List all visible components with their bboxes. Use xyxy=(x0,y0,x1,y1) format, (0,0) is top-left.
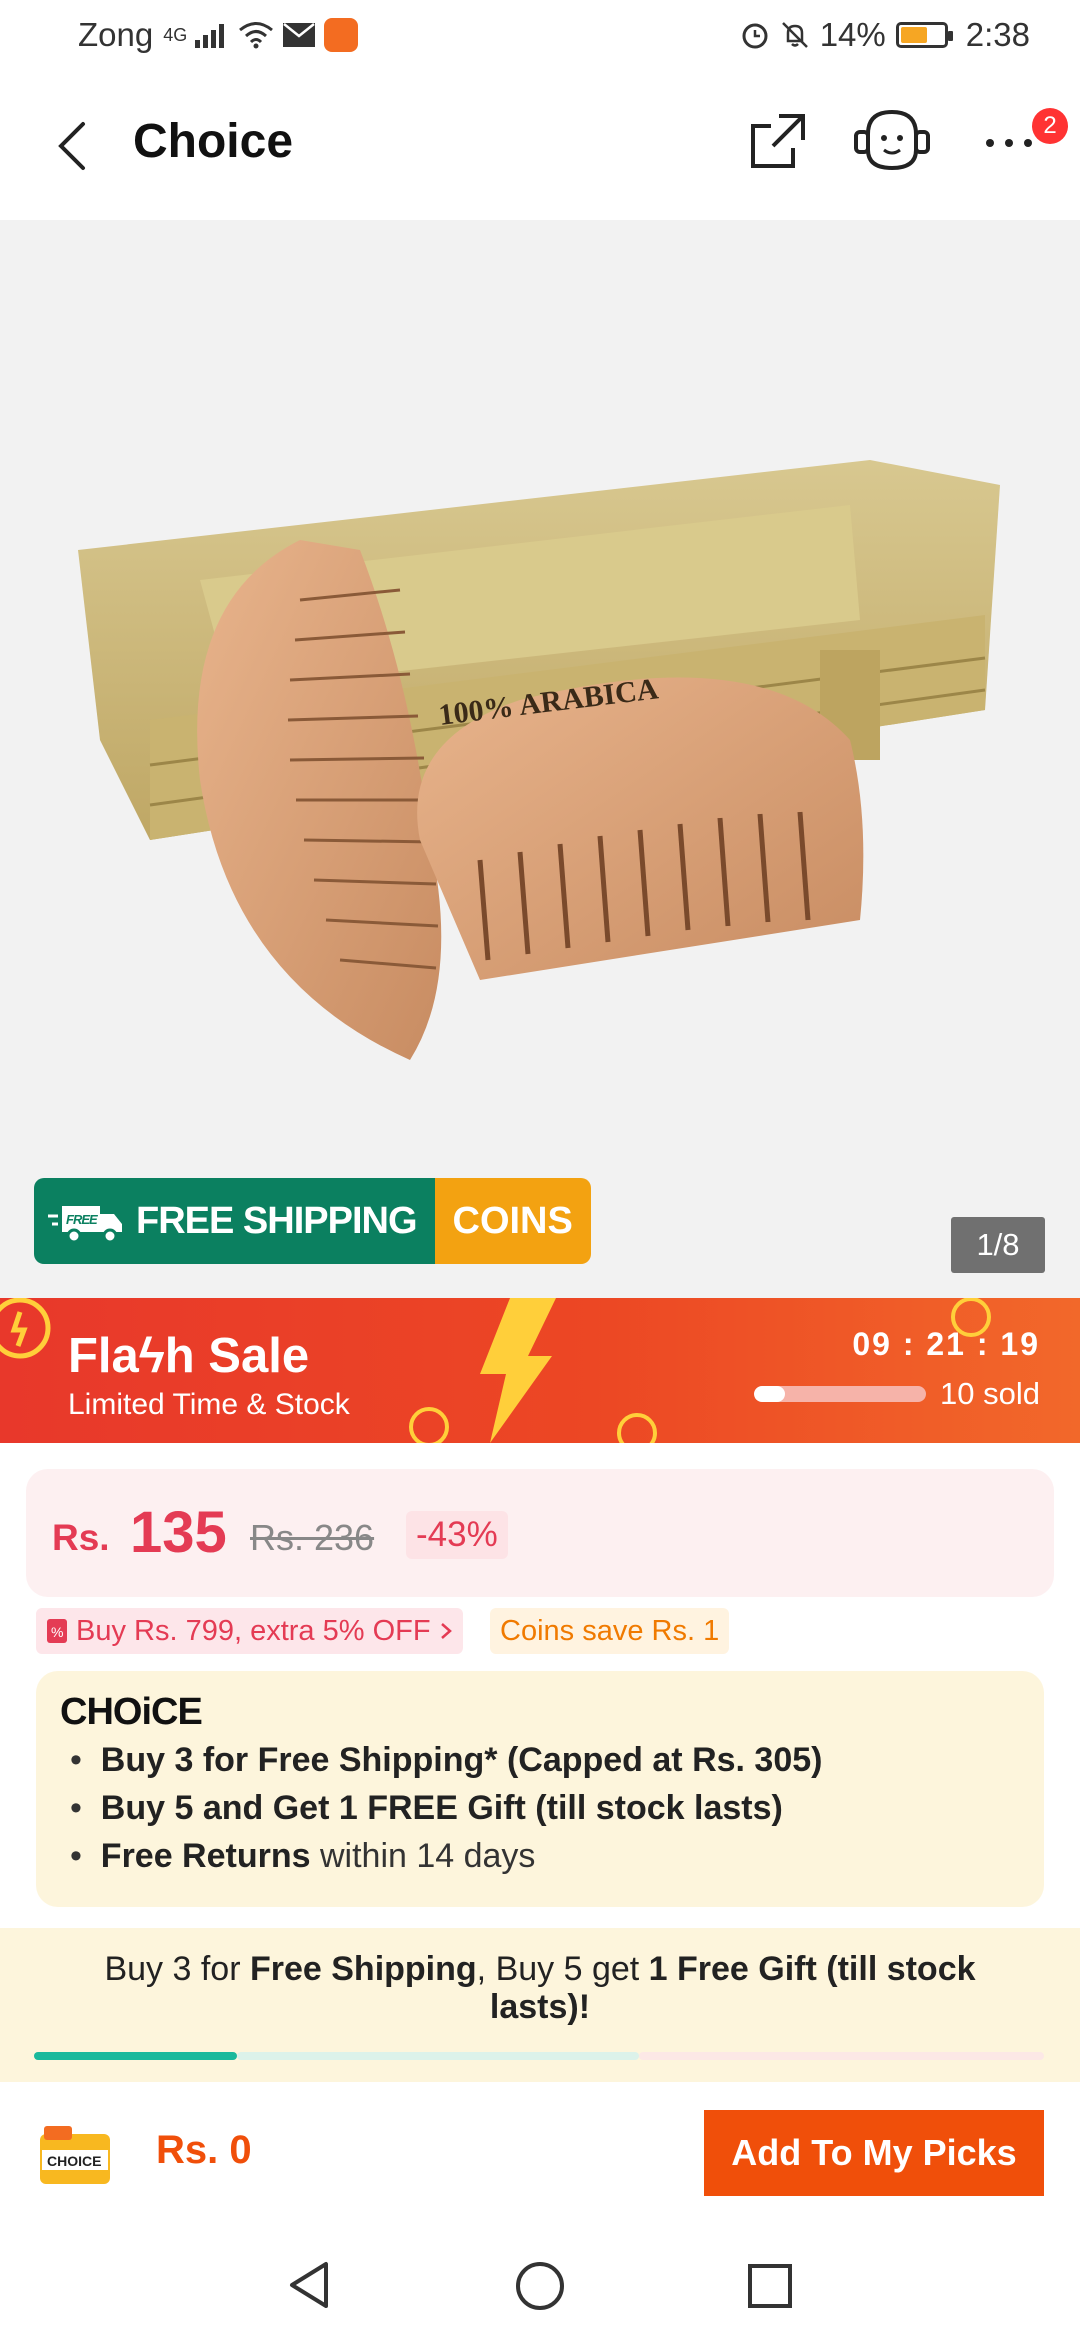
nav-home-icon[interactable] xyxy=(514,2260,566,2312)
signal-icon xyxy=(195,22,225,48)
store-offer-text: Buy Rs. 799, extra 5% OFF xyxy=(76,1614,431,1647)
flash-sale-title: Flaϟh Sale xyxy=(68,1329,310,1383)
bundle-progress-track xyxy=(639,2052,1044,2060)
product-image[interactable]: 100% ARABICA xyxy=(0,220,1080,1298)
price-currency: Rs. xyxy=(52,1517,110,1558)
notification-badge: 2 xyxy=(1032,108,1068,144)
product-gallery[interactable]: 100% ARABICA xyxy=(0,220,1080,1298)
bottom-action-bar: CHOICE Rs. 0 Add To My Picks xyxy=(0,2082,1080,2224)
mail-icon xyxy=(283,23,316,47)
free-shipping-label: FREE FREE SHIPPING xyxy=(34,1178,435,1264)
original-price: Rs. 236 xyxy=(250,1517,375,1558)
app-notification-icon xyxy=(324,18,359,52)
alarm-clock-icon xyxy=(409,1407,449,1443)
image-counter: 1/8 xyxy=(951,1217,1045,1273)
choice-benefits[interactable]: CHOiCE • Buy 3 for Free Shipping* (Cappe… xyxy=(36,1671,1044,1907)
svg-text:FREE: FREE xyxy=(66,1212,98,1227)
benefit-item: • Buy 5 and Get 1 FREE Gift (till stock … xyxy=(70,1789,783,1827)
discount-badge: -43% xyxy=(406,1511,508,1559)
share-icon[interactable] xyxy=(749,112,807,170)
choice-logo: CHOiCE xyxy=(60,1691,203,1733)
alarm-clock-icon xyxy=(617,1413,657,1443)
status-bar: Zong 4G 14% 2:38 xyxy=(0,0,1080,72)
nav-back-icon[interactable] xyxy=(286,2260,332,2310)
system-nav-bar xyxy=(0,2224,1080,2340)
countdown-timer: 09 : 21 : 19 xyxy=(852,1326,1040,1362)
battery-percent: 14% xyxy=(819,16,886,53)
delivery-truck-icon: FREE xyxy=(48,1206,122,1244)
nav-recents-icon[interactable] xyxy=(746,2262,794,2310)
bundle-progress-track xyxy=(237,2052,639,2060)
price-amount: 135 xyxy=(130,1500,227,1565)
customer-service-icon[interactable] xyxy=(852,108,932,176)
benefit-item: • Buy 3 for Free Shipping* (Capped at Rs… xyxy=(70,1741,823,1779)
benefit-item: • Free Returns within 14 days xyxy=(70,1837,536,1875)
battery-icon xyxy=(895,22,953,48)
coins-label: COINS xyxy=(434,1178,591,1264)
sold-progress-bar xyxy=(754,1386,926,1402)
store-coupon-tag[interactable]: % Buy Rs. 799, extra 5% OFF xyxy=(36,1608,463,1654)
alarm-icon xyxy=(742,23,768,49)
lightning-icon xyxy=(480,1298,556,1443)
add-to-picks-button[interactable]: Add To My Picks xyxy=(704,2110,1044,2196)
coupon-icon: % xyxy=(47,1619,67,1643)
back-arrow-icon[interactable] xyxy=(55,120,89,172)
flash-sale-subtitle: Limited Time & Stock xyxy=(68,1388,350,1421)
free-shipping-text: FREE SHIPPING xyxy=(136,1199,417,1242)
svg-text:%: % xyxy=(51,1624,63,1640)
network-type: 4G xyxy=(163,24,188,45)
cart-amount: Rs. 0 xyxy=(156,2128,252,2172)
clock: 2:38 xyxy=(965,16,1030,53)
carrier-label: Zong xyxy=(78,16,154,53)
sold-count: 10 sold xyxy=(940,1376,1040,1411)
bundle-promo-text: Buy 3 for Free Shipping, Buy 5 get 1 Fre… xyxy=(104,1950,976,2026)
price-box: Rs. 135 Rs. 236 -43% xyxy=(26,1469,1054,1597)
chevron-right-icon xyxy=(440,1623,452,1639)
page-title: Choice xyxy=(133,115,294,168)
flash-sale-banner: Flaϟh Sale Limited Time & Stock 09 : 21 … xyxy=(0,1298,1080,1443)
coins-save-tag[interactable]: Coins save Rs. 1 xyxy=(490,1608,730,1654)
alarm-clock-icon xyxy=(0,1298,51,1359)
wifi-icon xyxy=(239,22,274,49)
top-bar: Choice 2 xyxy=(0,72,1080,220)
bundle-progress-filled xyxy=(34,2052,237,2060)
mute-icon xyxy=(781,22,808,48)
svg-text:CHOICE: CHOICE xyxy=(47,2153,101,2169)
free-shipping-banner: FREE FREE SHIPPING COINS xyxy=(34,1178,591,1264)
more-options-icon[interactable] xyxy=(984,136,1034,150)
choice-cart-icon[interactable]: CHOICE xyxy=(34,2120,116,2190)
